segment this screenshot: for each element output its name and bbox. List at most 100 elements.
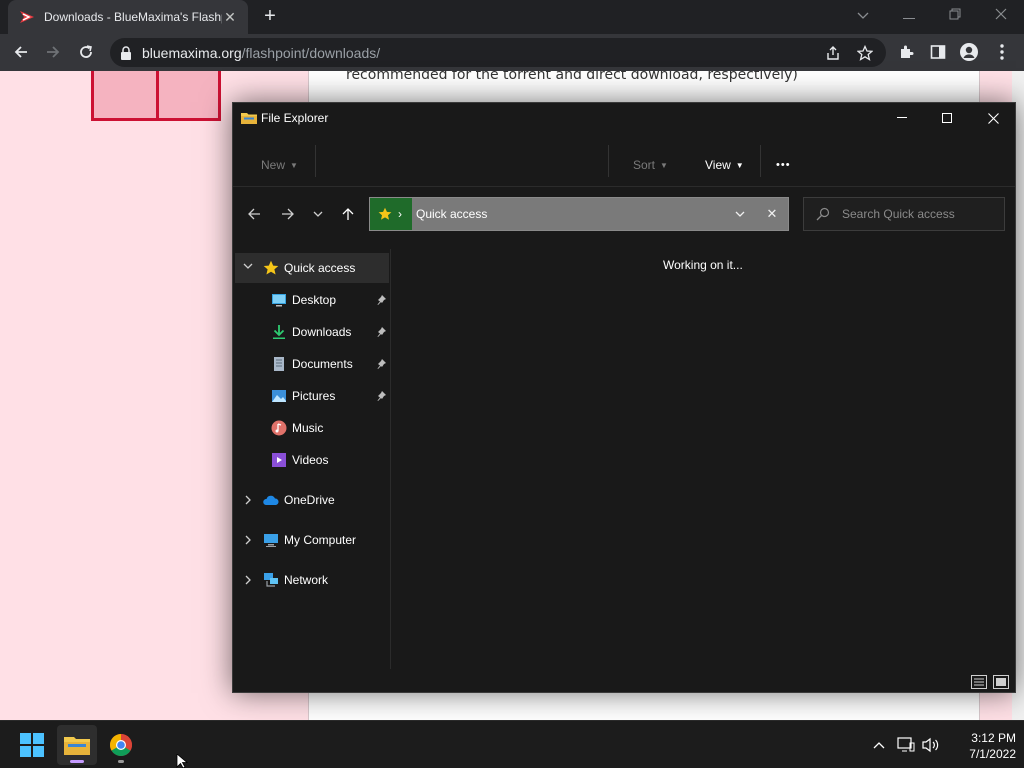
search-icon xyxy=(816,207,830,221)
explorer-content-area[interactable] xyxy=(391,249,1016,679)
pin-icon[interactable] xyxy=(375,326,387,338)
sort-button[interactable]: Sort ▼ xyxy=(633,153,668,177)
chevron-down-icon[interactable] xyxy=(243,263,253,269)
view-label: View xyxy=(705,158,731,172)
pin-icon[interactable] xyxy=(375,390,387,402)
taskbar-file-explorer[interactable] xyxy=(57,725,97,765)
pin-icon[interactable] xyxy=(375,358,387,370)
share-icon[interactable] xyxy=(822,42,844,64)
nav-label: Videos xyxy=(292,453,329,467)
profile-avatar-icon[interactable] xyxy=(958,41,980,63)
loading-status: Working on it... xyxy=(663,258,743,272)
nav-label: Pictures xyxy=(292,389,336,403)
reload-icon[interactable] xyxy=(75,41,97,63)
nav-item-quick-access[interactable]: Quick access xyxy=(235,253,389,283)
large-icons-view-icon[interactable] xyxy=(993,675,1009,689)
computer-icon xyxy=(264,534,278,547)
search-box[interactable]: Search Quick access xyxy=(803,197,1005,231)
tab-title: Downloads - BlueMaxima's Flashpoint xyxy=(44,10,222,24)
command-bar: New ▼ Sort ▼ View ▼ ••• xyxy=(233,143,1015,187)
nav-item-music[interactable]: Music xyxy=(235,413,389,443)
nav-item-pictures[interactable]: Pictures xyxy=(235,381,389,411)
onedrive-cloud-icon xyxy=(263,495,279,505)
forward-arrow-icon[interactable] xyxy=(42,41,64,63)
details-view-icon[interactable] xyxy=(971,675,987,689)
star-icon xyxy=(378,207,392,220)
command-bar-divider xyxy=(233,186,1015,187)
taskbar-clock[interactable]: 3:12 PM 7/1/2022 xyxy=(948,730,1016,762)
address-bar[interactable]: bluemaxima.org/flashpoint/downloads/ xyxy=(110,38,886,67)
nav-item-onedrive[interactable]: OneDrive xyxy=(235,485,389,515)
back-arrow-icon[interactable] xyxy=(243,203,265,225)
chevron-down-icon: ▼ xyxy=(660,160,668,170)
nav-item-videos[interactable]: Videos xyxy=(235,445,389,475)
nav-item-documents[interactable]: Documents xyxy=(235,349,389,379)
new-tab-button[interactable]: + xyxy=(260,6,280,26)
tab-close-icon[interactable]: ✕ xyxy=(222,9,238,26)
mouse-cursor-icon xyxy=(176,754,189,768)
tray-overflow-chevron-icon[interactable] xyxy=(869,735,889,755)
chevron-right-icon[interactable] xyxy=(243,535,253,545)
chevron-right-icon[interactable] xyxy=(243,575,253,585)
downloads-icon xyxy=(273,325,285,339)
nav-item-desktop[interactable]: Desktop xyxy=(235,285,389,315)
page-text-line: recommended for the torrent and direct d… xyxy=(346,71,798,83)
sort-label: Sort xyxy=(633,158,656,172)
music-icon xyxy=(271,420,287,436)
lock-icon[interactable] xyxy=(120,45,132,60)
browser-tab[interactable]: Downloads - BlueMaxima's Flashpoint ✕ xyxy=(8,0,248,34)
view-button[interactable]: View ▼ xyxy=(705,153,744,177)
volume-icon[interactable] xyxy=(921,735,941,755)
url-path: /flashpoint/downloads/ xyxy=(241,44,381,61)
star-icon xyxy=(263,260,279,275)
taskbar-chrome[interactable] xyxy=(101,725,141,765)
browser-toolbar: bluemaxima.org/flashpoint/downloads/ xyxy=(0,34,1024,71)
nav-label: Desktop xyxy=(292,293,337,307)
cmd-divider xyxy=(608,145,609,177)
forward-arrow-icon[interactable] xyxy=(277,203,299,225)
explorer-maximize-button[interactable] xyxy=(924,103,970,133)
browser-close-button[interactable] xyxy=(990,4,1012,26)
address-history-chevron-icon[interactable] xyxy=(732,206,748,222)
quick-access-crumb[interactable]: › xyxy=(370,198,412,230)
nav-label: OneDrive xyxy=(284,493,335,507)
explorer-address-bar[interactable]: › Quick access ✕ xyxy=(369,197,789,231)
up-arrow-icon[interactable] xyxy=(337,203,359,225)
windows-logo-icon xyxy=(20,733,44,757)
address-clear-icon[interactable]: ✕ xyxy=(764,206,780,222)
chevron-down-icon: ▼ xyxy=(735,160,744,170)
nav-item-network[interactable]: Network xyxy=(235,565,389,595)
side-panel-icon[interactable] xyxy=(927,41,949,63)
pin-icon[interactable] xyxy=(375,294,387,306)
active-app-indicator xyxy=(70,760,84,763)
nav-item-my-computer[interactable]: My Computer xyxy=(235,525,389,555)
extensions-icon[interactable] xyxy=(895,41,917,63)
more-options-button[interactable]: ••• xyxy=(776,153,791,177)
bookmark-star-icon[interactable] xyxy=(854,42,876,64)
tab-search-icon[interactable] xyxy=(852,4,874,26)
explorer-minimize-button[interactable] xyxy=(879,103,925,133)
nav-item-downloads[interactable]: Downloads xyxy=(235,317,389,347)
chevron-right-icon[interactable] xyxy=(243,495,253,505)
documents-icon xyxy=(274,357,284,371)
new-label: New xyxy=(261,158,286,172)
nav-label: Quick access xyxy=(284,261,356,275)
flashpoint-logo-icon xyxy=(20,11,34,23)
browser-restore-button[interactable] xyxy=(944,4,966,26)
explorer-close-button[interactable] xyxy=(970,103,1016,133)
explorer-titlebar[interactable]: File Explorer xyxy=(233,103,1015,133)
clock-date: 7/1/2022 xyxy=(969,747,1016,761)
nav-label: Downloads xyxy=(292,325,352,339)
recent-locations-chevron-icon[interactable] xyxy=(307,203,329,225)
url-host: bluemaxima.org xyxy=(142,44,242,61)
browser-menu-icon[interactable] xyxy=(991,41,1013,63)
folder-icon xyxy=(241,113,257,124)
new-button[interactable]: New ▼ xyxy=(261,153,298,177)
back-arrow-icon[interactable] xyxy=(10,41,32,63)
explorer-title: File Explorer xyxy=(261,111,329,125)
browser-minimize-button[interactable] xyxy=(898,4,920,26)
network-status-icon[interactable] xyxy=(896,735,916,755)
navigation-row: › Quick access ✕ Search Quick access xyxy=(233,197,1015,231)
start-button[interactable] xyxy=(12,725,52,765)
search-placeholder: Search Quick access xyxy=(842,207,955,221)
